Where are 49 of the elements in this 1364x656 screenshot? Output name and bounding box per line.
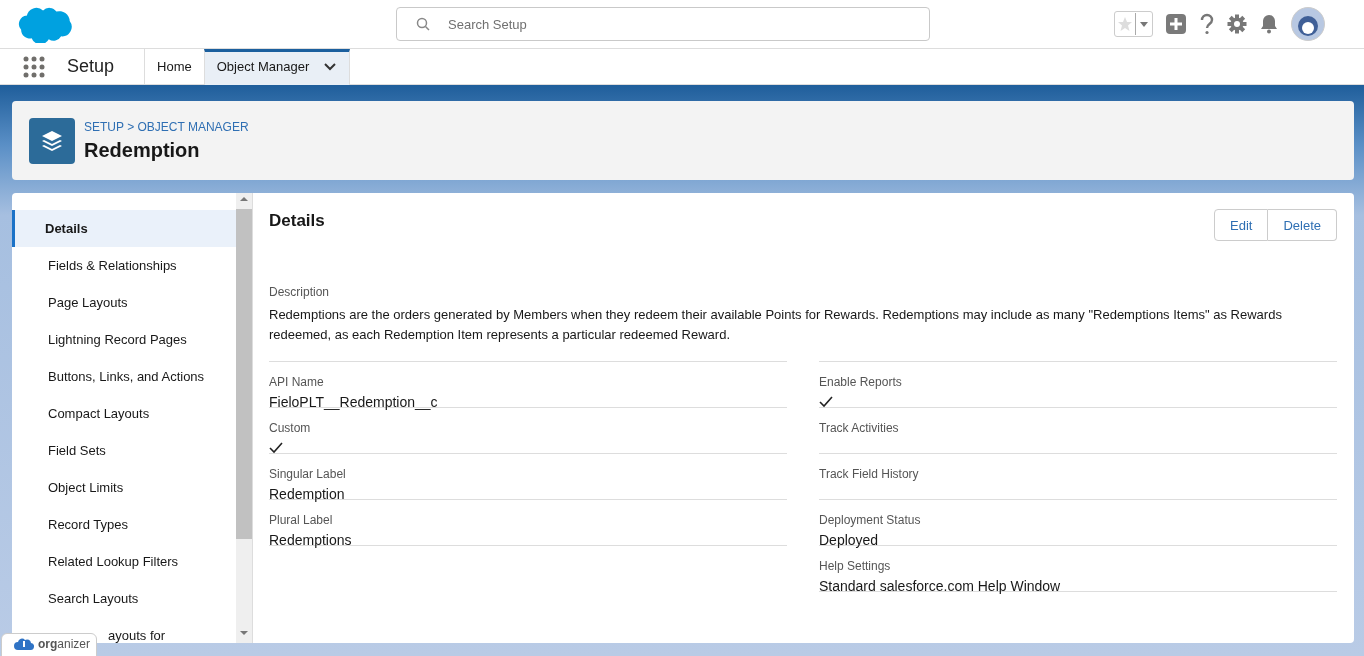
field-label: Enable Reports [819, 375, 903, 389]
app-name: Setup [67, 56, 115, 77]
page-title: Redemption [84, 138, 201, 162]
field-label: Track Field History [819, 467, 920, 481]
search-icon [416, 17, 430, 31]
sidebar-item[interactable]: Object Limits [12, 469, 236, 506]
action-button[interactable]: Edit [1214, 209, 1269, 241]
field-label: Track Activities [819, 421, 900, 435]
sidebar-item[interactable]: Details [12, 210, 236, 247]
avatar-icon[interactable] [1291, 7, 1325, 41]
field-label: API Name [269, 375, 325, 389]
sidebar-item[interactable]: Related Lookup Filters [12, 543, 236, 580]
cloud-icon [14, 637, 34, 651]
field-value: Redemption [269, 486, 345, 502]
favorites-button[interactable] [1114, 11, 1153, 37]
field-label: Plural Label [269, 513, 334, 527]
sidebar-item[interactable]: Buttons, Links, and Actions [12, 358, 236, 395]
organizer-tab[interactable]: organizer [1, 633, 97, 656]
layers-icon [29, 117, 75, 164]
plus-icon[interactable] [1165, 13, 1187, 35]
app-launcher-icon[interactable] [23, 55, 45, 78]
breadcrumb[interactable]: SETUP > OBJECT MANAGER [84, 119, 249, 134]
sidebar-item[interactable]: Field Sets [12, 432, 236, 469]
sidebar-item[interactable]: Compact Layouts [12, 395, 236, 432]
section-title: Details [269, 211, 325, 231]
sidebar-item[interactable]: Lightning Record Pages [12, 321, 236, 358]
sidebar-item[interactable]: Record Types [12, 506, 236, 543]
field-value: Redemptions [269, 532, 352, 548]
sidebar-item[interactable]: Page Layouts [12, 284, 236, 321]
sidebar-item[interactable]: Search Layouts [12, 580, 236, 617]
help-icon[interactable] [1199, 13, 1215, 35]
field-value: Deployed [819, 532, 879, 548]
scrollbar[interactable] [236, 193, 252, 643]
field-label: Deployment Status [819, 513, 922, 527]
action-button[interactable]: Delete [1268, 209, 1337, 241]
settings-icon[interactable] [1227, 14, 1247, 34]
bell-icon[interactable] [1259, 14, 1279, 34]
nav-tab[interactable]: Home [144, 48, 204, 85]
search-field[interactable]: Search Setup [396, 7, 930, 41]
nav-tab[interactable]: Object Manager [203, 48, 351, 85]
field-value: Standard salesforce.com Help Window [819, 578, 1061, 594]
description-text: Redemptions are the orders generated by Members when they redeem their available Points for Rewards. Redemptions may include as many "Redemptions Items" as Rewards redeemed, as each Redemption Item represents a particular redeemed Reward. [269, 306, 1283, 344]
field-label: Help Settings [819, 559, 892, 573]
chevron-icon[interactable] [323, 61, 338, 72]
field-label: Singular Label [269, 467, 347, 481]
field-label: Custom [269, 421, 312, 435]
field-value: FieloPLT__Redemption__c [269, 394, 438, 410]
field-label: Description [269, 285, 331, 299]
sidebar-item[interactable]: Fields & Relationships [12, 247, 236, 284]
